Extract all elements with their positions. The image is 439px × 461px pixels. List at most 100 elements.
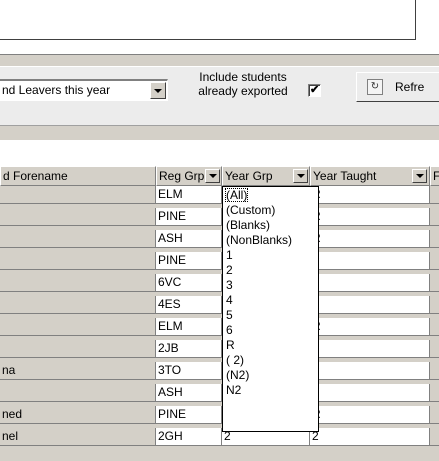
cell-reg-grp[interactable]: 4ES (156, 296, 222, 314)
cell-reg-grp[interactable]: PINE (156, 252, 222, 270)
cell-year-taught[interactable]: 2 (310, 340, 430, 358)
column-header-year-grp[interactable]: Year Grp (222, 166, 310, 186)
top-panel (0, 0, 439, 54)
cell-year-taught[interactable]: R (310, 318, 430, 336)
toolbar-divider (0, 54, 439, 55)
cell-next[interactable] (430, 406, 439, 424)
leavers-filter-select[interactable]: nd Leavers this year (0, 79, 168, 101)
filter-option[interactable]: 5 (226, 309, 233, 321)
top-panel-frame (0, 0, 416, 40)
cell-next[interactable] (430, 274, 439, 292)
chevron-down-icon (416, 174, 424, 178)
table-row[interactable]: na3TO 3 (0, 362, 439, 380)
cell-forename[interactable]: ned (0, 406, 156, 424)
cell-year-taught[interactable]: 2 (310, 428, 430, 446)
cell-reg-grp[interactable]: ELM (156, 186, 222, 204)
cell-forename[interactable] (0, 186, 156, 204)
cell-forename[interactable] (0, 296, 156, 314)
year-taught-filter-button[interactable] (412, 169, 427, 183)
filter-option[interactable]: N2 (226, 384, 241, 396)
cell-forename[interactable] (0, 318, 156, 336)
filter-option[interactable]: (All) (224, 188, 249, 202)
cell-next[interactable] (430, 208, 439, 226)
cell-year-taught[interactable]: R (310, 208, 430, 226)
table-row[interactable]: ELM R (0, 186, 439, 204)
column-header-year-taught[interactable]: Year Taught (310, 166, 430, 186)
filter-option[interactable]: R (226, 339, 235, 351)
cell-reg-grp[interactable]: PINE (156, 406, 222, 424)
table-row[interactable]: PINE R (0, 208, 439, 226)
cell-year-taught[interactable]: R (310, 230, 430, 248)
student-grid: ELM R PINE R ASH R PINE 1 6VC 6 4ES 4 ELM R 2JB 2 na3TO 3… (0, 186, 439, 461)
filter-option[interactable]: (N2) (226, 369, 249, 381)
cell-year-taught[interactable]: 3 (310, 362, 430, 380)
cell-year-taught[interactable]: 6 (310, 274, 430, 292)
cell-next[interactable] (430, 186, 439, 204)
cell-forename[interactable] (0, 274, 156, 292)
column-header-forename[interactable]: d Forename (0, 166, 156, 186)
table-row[interactable]: PINE 1 (0, 252, 439, 270)
table-row[interactable]: 2JB 2 (0, 340, 439, 358)
cell-next[interactable] (430, 340, 439, 358)
cell-forename[interactable]: nel (0, 428, 156, 446)
column-header-label: F (433, 169, 439, 183)
filter-option[interactable]: (NonBlanks) (226, 234, 292, 246)
column-header-label: Reg Grp (159, 169, 205, 183)
table-row[interactable]: 6VC 6 (0, 274, 439, 292)
cell-reg-grp[interactable]: 2GH (156, 428, 222, 446)
toolbar-panel: nd Leavers this year Include students al… (0, 66, 439, 126)
year-grp-filter-button[interactable] (293, 169, 308, 183)
cell-next[interactable] (430, 318, 439, 336)
year-grp-filter-list[interactable]: (All) (Custom) (Blanks) (NonBlanks) 1 2 3 4 5 6 R (… (222, 186, 319, 432)
reg-grp-filter-button[interactable] (205, 169, 220, 183)
cell-next[interactable] (430, 384, 439, 402)
cell-next[interactable] (430, 296, 439, 314)
cell-reg-grp[interactable]: ASH (156, 230, 222, 248)
cell-next[interactable] (430, 428, 439, 446)
table-row[interactable]: nedPINERR (0, 406, 439, 424)
cell-forename[interactable] (0, 252, 156, 270)
filter-option[interactable]: 3 (226, 279, 233, 291)
cell-year-taught[interactable]: 4 (310, 296, 430, 314)
table-row[interactable]: ASH R (0, 230, 439, 248)
cell-reg-grp[interactable]: ELM (156, 318, 222, 336)
table-row[interactable]: 4ES 4 (0, 296, 439, 314)
cell-next[interactable] (430, 230, 439, 248)
refresh-button[interactable]: ↻ Refre (356, 72, 439, 102)
table-row[interactable]: nel 2GH 2 2 (0, 428, 439, 446)
cell-reg-grp[interactable]: 6VC (156, 274, 222, 292)
filter-option[interactable]: ( 2) (226, 354, 244, 366)
include-exported-checkbox[interactable]: ✔ (308, 84, 321, 97)
cell-year-taught[interactable]: R (310, 186, 430, 204)
cell-reg-grp[interactable]: 3TO (156, 362, 222, 380)
cell-forename[interactable] (0, 230, 156, 248)
refresh-button-label: Refre (395, 80, 425, 94)
filter-option[interactable]: (Blanks) (226, 219, 270, 231)
column-header-reg-grp[interactable]: Reg Grp (156, 166, 222, 186)
cell-year-taught[interactable]: 1 (310, 252, 430, 270)
cell-reg-grp[interactable]: ASH (156, 384, 222, 402)
cell-reg-grp[interactable]: 2JB (156, 340, 222, 358)
refresh-icon: ↻ (367, 79, 383, 95)
table-row[interactable]: ELM R (0, 318, 439, 336)
column-header-label: d Forename (3, 169, 68, 183)
filter-option[interactable]: 1 (226, 249, 233, 261)
cell-forename[interactable]: na (0, 362, 156, 380)
column-header-next[interactable]: F (430, 166, 439, 186)
cell-forename[interactable] (0, 384, 156, 402)
filter-option[interactable]: 6 (226, 324, 233, 336)
cell-year-taught[interactable]: 1 (310, 384, 430, 402)
leavers-filter-value: nd Leavers this year (2, 83, 111, 97)
cell-forename[interactable] (0, 340, 156, 358)
cell-year-taught[interactable]: R (310, 406, 430, 424)
filter-option[interactable]: (Custom) (226, 204, 275, 216)
cell-next[interactable] (430, 362, 439, 380)
cell-reg-grp[interactable]: PINE (156, 208, 222, 226)
table-row[interactable]: ASH 1 (0, 384, 439, 402)
filter-option[interactable]: 2 (226, 264, 233, 276)
leavers-filter-dropdown-button[interactable] (150, 82, 166, 99)
cell-next[interactable] (430, 252, 439, 270)
column-header-label: Year Grp (225, 169, 273, 183)
cell-forename[interactable] (0, 208, 156, 226)
filter-option[interactable]: 4 (226, 294, 233, 306)
